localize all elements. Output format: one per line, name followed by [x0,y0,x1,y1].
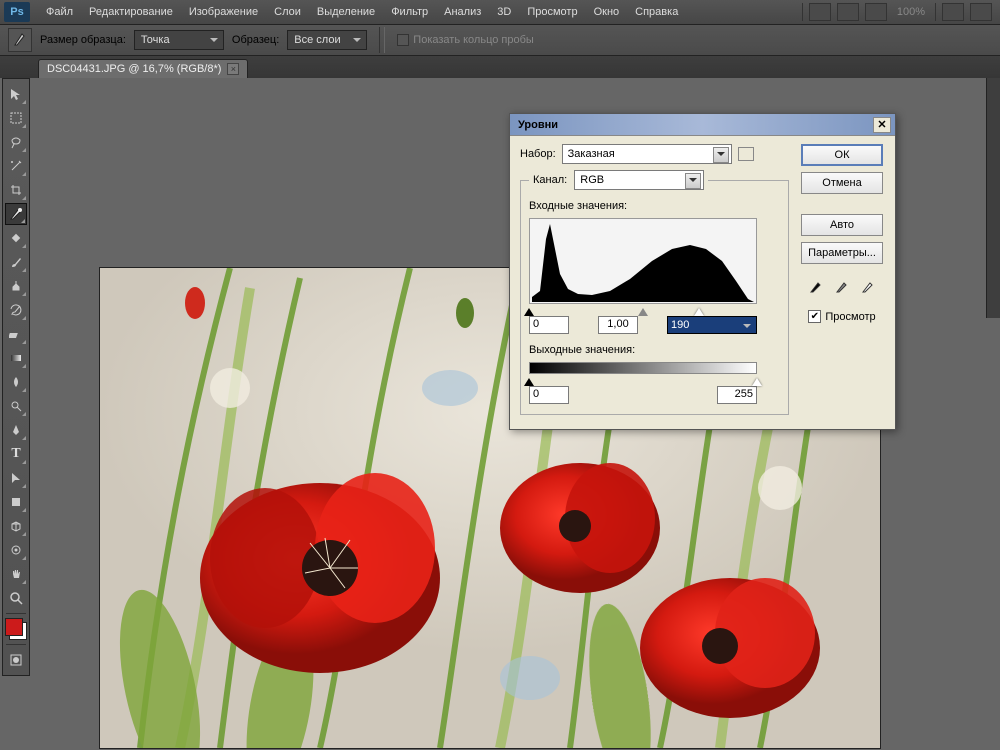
type-tool[interactable]: T [5,443,27,465]
brush-tool[interactable] [5,251,27,273]
quick-mask-toggle[interactable] [5,649,27,671]
view-extras-icon[interactable] [865,3,887,21]
3d-tool[interactable] [5,515,27,537]
output-black-slider[interactable] [524,373,534,386]
input-gamma-field[interactable]: 1,00 [598,316,638,334]
menu-file[interactable]: Файл [38,2,81,22]
input-black-field[interactable]: 0 [529,316,569,334]
histogram [529,218,757,304]
right-dock[interactable] [986,78,1000,318]
channel-select[interactable]: RGB [574,170,704,190]
white-eyedropper-icon[interactable] [859,276,877,294]
input-slider[interactable] [529,304,757,314]
lasso-tool[interactable] [5,131,27,153]
preset-label: Набор: [520,148,556,160]
menu-layer[interactable]: Слои [266,2,309,22]
history-brush-tool[interactable] [5,299,27,321]
tool-palette: T [2,78,30,676]
output-gradient [529,362,757,374]
dodge-tool[interactable] [5,395,27,417]
eyedropper-tool[interactable] [5,203,27,225]
zoom-tool[interactable] [5,587,27,609]
output-slider[interactable] [529,374,757,384]
clone-stamp-tool[interactable] [5,275,27,297]
3d-camera-tool[interactable] [5,539,27,561]
sample-from-select[interactable]: Все слои [287,30,367,50]
preview-label: Просмотр [825,311,875,323]
menu-3d[interactable]: 3D [489,2,519,22]
healing-brush-tool[interactable] [5,227,27,249]
menu-filter[interactable]: Фильтр [383,2,436,22]
color-swatches[interactable] [5,618,27,640]
input-white-field[interactable]: 190 [667,316,757,334]
fg-swatch[interactable] [5,618,23,636]
options-button[interactable]: Параметры... [801,242,883,264]
document-tab-bar: DSC04431.JPG @ 16,7% (RGB/8*) × [0,56,1000,78]
move-tool[interactable] [5,83,27,105]
menu-view[interactable]: Просмотр [519,2,585,22]
menu-analysis[interactable]: Анализ [436,2,489,22]
menu-window[interactable]: Окно [586,2,628,22]
preview-checkbox[interactable]: ✔Просмотр [808,310,875,323]
output-levels-label: Выходные значения: [529,344,780,356]
channel-label: Канал: [533,174,567,186]
work-area: T [0,78,1000,750]
output-black-field[interactable]: 0 [529,386,569,404]
gradient-tool[interactable] [5,347,27,369]
menu-select[interactable]: Выделение [309,2,383,22]
sample-from-label: Образец: [232,34,279,46]
hand-tool[interactable] [5,563,27,585]
cancel-button[interactable]: Отмена [801,172,883,194]
output-white-slider[interactable] [752,373,762,386]
path-select-tool[interactable] [5,467,27,489]
channel-fieldset: Канал: RGB Входные значения: [520,170,789,415]
output-white-field[interactable]: 255 [717,386,757,404]
sample-size-select[interactable]: Точка [134,30,224,50]
ok-button[interactable]: ОК [801,144,883,166]
show-ring-label: Показать кольцо пробы [413,34,534,46]
input-levels-label: Входные значения: [529,200,780,212]
auto-button[interactable]: Авто [801,214,883,236]
shape-tool[interactable] [5,491,27,513]
options-bar: Размер образца: Точка Образец: Все слои … [0,24,1000,56]
black-eyedropper-icon[interactable] [807,276,825,294]
eraser-tool[interactable] [5,323,27,345]
menu-bar: Ps Файл Редактирование Изображение Слои … [0,0,1000,24]
zoom-level[interactable]: 100% [893,6,929,18]
document-tab-label: DSC04431.JPG @ 16,7% (RGB/8*) [47,63,221,75]
crop-tool[interactable] [5,179,27,201]
menu-edit[interactable]: Редактирование [81,2,181,22]
menu-image[interactable]: Изображение [181,2,266,22]
input-white-slider[interactable] [694,303,704,316]
blur-tool[interactable] [5,371,27,393]
app-logo: Ps [4,2,30,22]
pen-tool[interactable] [5,419,27,441]
document-tab[interactable]: DSC04431.JPG @ 16,7% (RGB/8*) × [38,59,248,78]
magic-wand-tool[interactable] [5,155,27,177]
show-ring-checkbox[interactable]: Показать кольцо пробы [397,34,534,46]
input-gamma-slider[interactable] [638,303,648,316]
dialog-titlebar[interactable]: Уровни ✕ [510,114,895,136]
screen-mode-icon[interactable] [970,3,992,21]
launch-mb-icon[interactable] [837,3,859,21]
launch-bridge-icon[interactable] [809,3,831,21]
dialog-title: Уровни [518,119,558,131]
sample-size-label: Размер образца: [40,34,126,46]
close-tab-icon[interactable]: × [227,63,239,75]
input-black-slider[interactable] [524,303,534,316]
preset-menu-icon[interactable] [738,147,754,161]
marquee-tool[interactable] [5,107,27,129]
gray-eyedropper-icon[interactable] [833,276,851,294]
arrange-docs-icon[interactable] [942,3,964,21]
menu-help[interactable]: Справка [627,2,686,22]
levels-dialog: Уровни ✕ Набор: Заказная Канал: RGB Вход… [509,113,896,430]
preset-select[interactable]: Заказная [562,144,732,164]
current-tool-icon[interactable] [8,28,32,52]
close-icon[interactable]: ✕ [873,117,891,133]
